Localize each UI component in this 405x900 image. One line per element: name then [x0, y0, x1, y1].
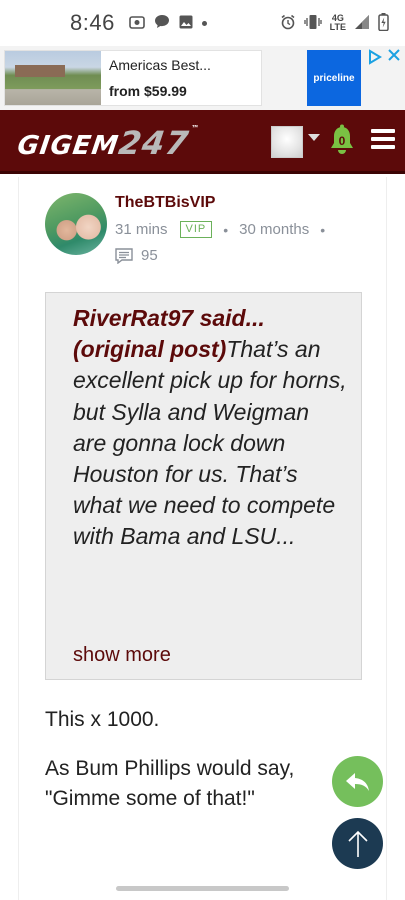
ad-choices-icon[interactable] [368, 49, 382, 69]
reply-icon [345, 772, 369, 791]
ad-title: Americas Best... [109, 57, 211, 73]
image-icon [179, 15, 193, 32]
meta-separator: • [223, 221, 229, 238]
post-meta: 31 mins VIP • 30 months • [115, 221, 336, 238]
message-icon [154, 14, 170, 32]
quote-text: That’s an excellent pick up for horns, b… [73, 336, 347, 550]
ad-thumbnail [5, 51, 101, 105]
meta-separator: • [320, 221, 326, 238]
chevron-down-icon[interactable] [308, 134, 320, 141]
camera-icon [129, 15, 145, 32]
ad-brand-logo[interactable]: priceline [307, 50, 361, 106]
notification-count: 0 [338, 134, 346, 148]
post-body: This x 1000. As Bum Phillips would say, … [45, 705, 345, 833]
site-logo[interactable]: GIGEM247™ [15, 124, 200, 162]
post-paragraph: This x 1000. [45, 708, 160, 731]
post-author-avatar[interactable] [45, 193, 107, 255]
post: TheBTBisVIP 31 mins VIP • 30 months • 95… [18, 177, 387, 900]
original-post-link[interactable]: (original post) [73, 336, 226, 362]
status-bar: 8:46 4G LTE [0, 0, 405, 46]
page: 8:46 4G LTE Americas Best... from $59.99… [0, 0, 405, 900]
post-time: 31 mins [115, 221, 168, 238]
more-notifications-dot [201, 20, 207, 26]
post-paragraph: As Bum Phillips would say, "Gimme some o… [45, 757, 295, 810]
logo-text: GIGEM [15, 131, 121, 161]
network-type-label: 4G LTE [329, 13, 346, 32]
comment-count-value: 95 [141, 247, 158, 264]
ad-price: from $59.99 [109, 83, 187, 99]
comment-icon [115, 247, 133, 264]
ad-card[interactable]: Americas Best... from $59.99 [4, 50, 262, 106]
close-icon[interactable] [387, 48, 401, 67]
alarm-icon [280, 14, 296, 33]
vip-badge: VIP [179, 221, 213, 238]
ad-banner[interactable]: Americas Best... from $59.99 priceline [0, 46, 405, 110]
vibrate-icon [304, 14, 322, 33]
signal-icon [354, 14, 370, 33]
show-more-link[interactable]: show more [73, 644, 171, 667]
reply-button[interactable] [332, 756, 383, 807]
membership-duration: 30 months [239, 221, 310, 238]
battery-charging-icon [378, 12, 389, 34]
home-gesture-bar[interactable] [116, 886, 289, 891]
status-time: 8:46 [70, 10, 115, 35]
comment-count[interactable]: 95 [115, 247, 158, 264]
logo-trademark: ™ [190, 124, 201, 133]
quote-body: RiverRat97 said... (original post)That’s… [73, 303, 348, 553]
quote-author[interactable]: RiverRat97 said... [73, 305, 265, 331]
menu-icon[interactable] [371, 129, 395, 149]
post-username[interactable]: TheBTBisVIP [115, 194, 215, 212]
user-avatar[interactable] [271, 126, 303, 158]
arrow-up-icon [347, 830, 368, 857]
quote-box: RiverRat97 said... (original post)That’s… [45, 292, 362, 680]
scroll-to-top-button[interactable] [332, 818, 383, 869]
logo-number: 247 [116, 124, 192, 162]
